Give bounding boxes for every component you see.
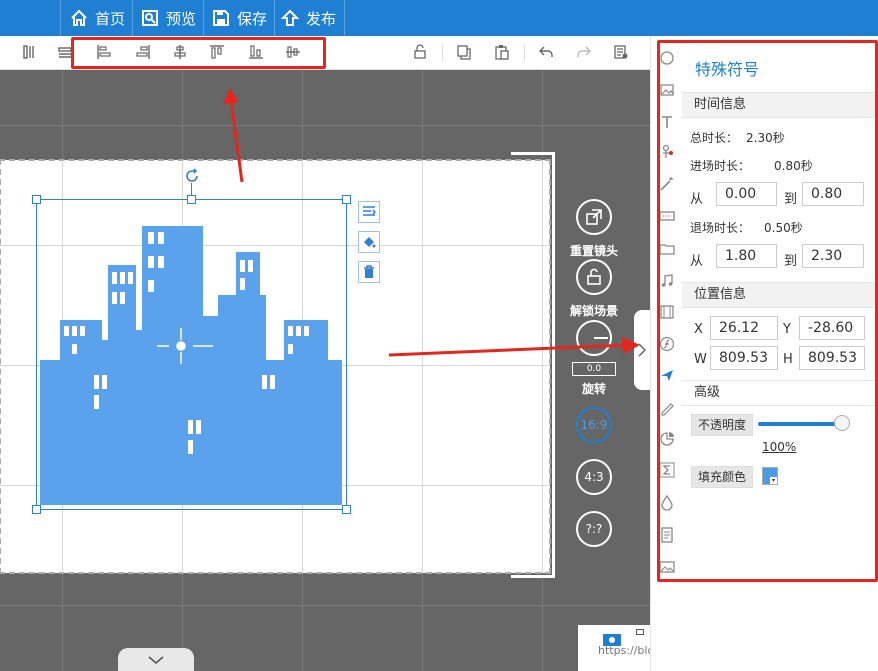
save-icon bbox=[213, 10, 229, 26]
pie-chart-icon[interactable] bbox=[659, 431, 675, 447]
text-icon[interactable] bbox=[659, 114, 675, 130]
fill-color-label: 填充颜色 bbox=[691, 466, 754, 488]
opacity-slider-fill bbox=[758, 422, 842, 426]
preview-label: 预览 bbox=[166, 9, 197, 28]
preview-button[interactable]: 预览 bbox=[141, 0, 196, 36]
home-icon bbox=[71, 9, 87, 26]
exit-to-input[interactable]: 2.30 bbox=[802, 244, 864, 268]
opacity-slider-thumb[interactable] bbox=[834, 415, 850, 431]
shape-circle-icon[interactable] bbox=[659, 50, 675, 66]
magic-wand-icon[interactable] bbox=[659, 176, 675, 192]
paste-icon[interactable] bbox=[494, 44, 510, 60]
opacity-slider-track[interactable] bbox=[758, 422, 842, 426]
publish-label: 发布 bbox=[306, 9, 337, 28]
top-separator bbox=[60, 0, 61, 36]
dialog-icon[interactable] bbox=[659, 208, 675, 224]
image-icon[interactable] bbox=[659, 82, 675, 98]
position-info-header: 位置信息 bbox=[682, 282, 878, 308]
w-label: W bbox=[694, 352, 707, 367]
document-icon[interactable] bbox=[659, 527, 675, 543]
exit-duration-value: 0.50秒 bbox=[764, 221, 803, 235]
opacity-value: 100% bbox=[762, 440, 797, 454]
dropdown-arrow-icon: ▾ bbox=[770, 477, 777, 484]
redo-icon[interactable] bbox=[576, 44, 592, 60]
enter-from-input[interactable]: 0.00 bbox=[716, 182, 777, 206]
enter-duration-label: 进场时长： bbox=[690, 159, 751, 173]
align-top-icon[interactable] bbox=[209, 44, 225, 60]
enter-from-label: 从 bbox=[690, 192, 704, 207]
top-separator bbox=[203, 0, 204, 36]
top-separator bbox=[274, 0, 275, 36]
align-left-icon[interactable] bbox=[96, 44, 112, 60]
undo-icon[interactable] bbox=[538, 44, 554, 60]
lock-layer-icon[interactable] bbox=[412, 44, 428, 60]
exit-duration-label: 退场时长： bbox=[690, 221, 751, 235]
advanced-header: 高级 bbox=[682, 380, 878, 406]
h-label: H bbox=[783, 352, 793, 367]
character-icon[interactable] bbox=[659, 144, 675, 160]
publish-button[interactable]: 发布 bbox=[281, 0, 336, 36]
toolbar-separator bbox=[442, 45, 443, 61]
y-label: Y bbox=[783, 322, 791, 337]
gallery-icon[interactable] bbox=[659, 559, 675, 575]
component-icon-strip bbox=[650, 36, 682, 671]
align-center-horizontal-icon[interactable] bbox=[172, 44, 188, 60]
y-input[interactable]: -28.60 bbox=[799, 316, 865, 340]
top-separator bbox=[344, 0, 345, 36]
pen-icon[interactable] bbox=[659, 400, 675, 416]
copy-icon[interactable] bbox=[456, 44, 472, 60]
sigma-icon[interactable] bbox=[659, 462, 675, 478]
align-bottom-icon[interactable] bbox=[248, 44, 264, 60]
top-separator bbox=[132, 0, 133, 36]
top-bar: 首页 预览 保存 发布 bbox=[0, 0, 878, 36]
music-icon[interactable] bbox=[659, 273, 675, 289]
align-center-vertical-icon[interactable] bbox=[285, 44, 301, 60]
publish-icon bbox=[281, 9, 299, 26]
layer-settings-icon[interactable] bbox=[613, 44, 629, 60]
annotation-arrows bbox=[223, 88, 640, 357]
airplane-icon[interactable] bbox=[659, 367, 675, 383]
fill-color-swatch[interactable]: ▾ bbox=[762, 467, 778, 485]
watermark-text: https://blog.csdn.net/weixin_43739189 bbox=[598, 644, 650, 657]
total-duration-value: 2.30秒 bbox=[746, 131, 785, 145]
enter-to-label: 到 bbox=[784, 192, 798, 207]
distribute-vertical-icon[interactable] bbox=[57, 44, 73, 60]
exit-from-label: 从 bbox=[690, 254, 704, 269]
panel-title: 特殊符号 bbox=[695, 60, 760, 79]
formula-icon[interactable] bbox=[659, 336, 675, 352]
x-input[interactable]: 26.12 bbox=[710, 316, 778, 340]
enter-to-input[interactable]: 0.80 bbox=[802, 182, 864, 206]
exit-to-label: 到 bbox=[784, 254, 798, 269]
droplet-icon[interactable] bbox=[659, 495, 675, 511]
align-right-icon[interactable] bbox=[135, 44, 151, 60]
h-input[interactable]: 809.53 bbox=[799, 346, 865, 370]
opacity-label: 不透明度 bbox=[691, 414, 754, 436]
properties-panel: 特殊符号 时间信息 总时长： 2.30秒 进场时长： 0.80秒 从 0.00 … bbox=[682, 36, 878, 671]
w-input[interactable]: 809.53 bbox=[710, 346, 778, 370]
folder-icon[interactable] bbox=[659, 241, 675, 257]
x-label: X bbox=[694, 322, 703, 337]
total-duration-label: 总时长： bbox=[690, 131, 739, 145]
distribute-horizontal-icon[interactable] bbox=[22, 44, 38, 60]
save-button[interactable]: 保存 bbox=[212, 0, 267, 36]
time-info-header: 时间信息 bbox=[682, 92, 878, 118]
toolbar bbox=[0, 36, 650, 70]
film-icon[interactable] bbox=[659, 304, 675, 320]
exit-from-input[interactable]: 1.80 bbox=[716, 244, 777, 268]
toolbar-separator bbox=[524, 45, 525, 61]
enter-duration-value: 0.80秒 bbox=[774, 159, 813, 173]
save-label: 保存 bbox=[237, 9, 268, 28]
preview-icon bbox=[142, 10, 158, 26]
home-label: 首页 bbox=[95, 9, 126, 28]
home-button[interactable]: 首页 bbox=[70, 0, 125, 36]
canvas-area[interactable]: 重置镜头 解锁场景 0.0 旋转 16:9 4:3 ?:? https://bl… bbox=[0, 70, 650, 671]
